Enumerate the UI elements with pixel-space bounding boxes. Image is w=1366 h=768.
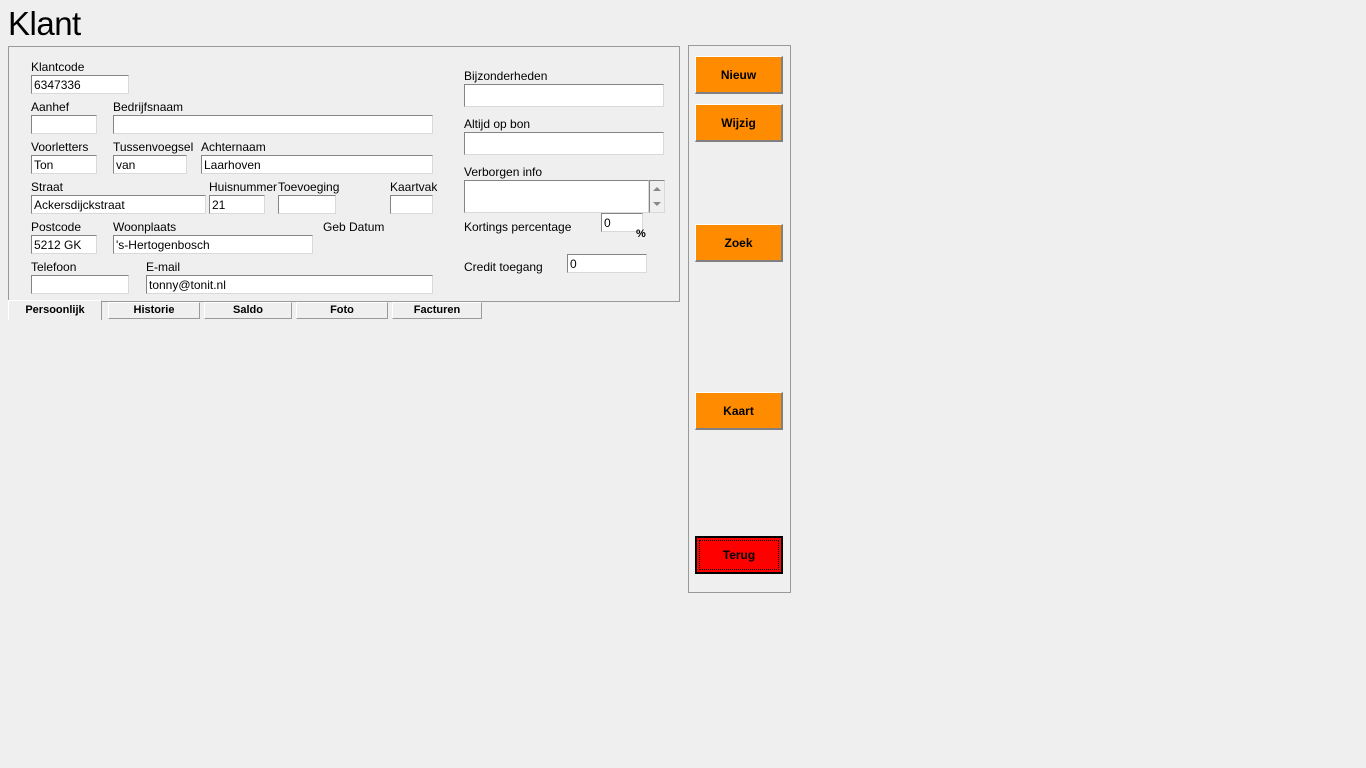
bedrijfsnaam-input[interactable]: [113, 115, 433, 134]
label-bedrijfsnaam: Bedrijfsnaam: [113, 100, 184, 114]
kaart-button[interactable]: Kaart: [695, 392, 783, 430]
telefoon-input[interactable]: [31, 275, 129, 294]
label-kaartvak: Kaartvak: [390, 180, 438, 194]
huisnummer-input[interactable]: [209, 195, 265, 214]
label-postcode: Postcode: [31, 220, 82, 234]
label-aanhef: Aanhef: [31, 100, 70, 114]
postcode-input[interactable]: [31, 235, 97, 254]
label-woonplaats: Woonplaats: [113, 220, 177, 234]
customer-form-panel: Klantcode Aanhef Bedrijfsnaam Voorletter…: [8, 46, 680, 302]
achternaam-input[interactable]: [201, 155, 433, 174]
verborgen-info-textarea[interactable]: [464, 180, 649, 213]
label-straat: Straat: [31, 180, 64, 194]
label-verborgen-info: Verborgen info: [464, 165, 543, 179]
action-button-panel: Nieuw Wijzig Zoek Kaart Terug: [688, 45, 791, 593]
toevoeging-input[interactable]: [278, 195, 336, 214]
label-kortings-percentage: Kortings percentage: [464, 220, 572, 234]
terug-button[interactable]: Terug: [695, 536, 783, 574]
label-email: E-mail: [146, 260, 181, 274]
email-input[interactable]: [146, 275, 433, 294]
label-tussenvoegsel: Tussenvoegsel: [113, 140, 194, 154]
label-huisnummer: Huisnummer: [209, 180, 278, 194]
label-toevoeging: Toevoeging: [278, 180, 340, 194]
credit-toegang-input[interactable]: [567, 254, 647, 273]
label-telefoon: Telefoon: [31, 260, 77, 274]
tab-facturen[interactable]: Facturen: [392, 302, 482, 319]
tab-foto[interactable]: Foto: [296, 302, 388, 319]
bijzonderheden-input[interactable]: [464, 84, 664, 107]
altijd-op-bon-input[interactable]: [464, 132, 664, 155]
application-window: Klant Klantcode Aanhef Bedrijfsnaam Voor…: [0, 0, 1366, 768]
tab-historie[interactable]: Historie: [108, 302, 200, 319]
label-bijzonderheden: Bijzonderheden: [464, 69, 548, 83]
kaartvak-input[interactable]: [390, 195, 433, 214]
label-geb-datum: Geb Datum: [323, 220, 385, 234]
page-title: Klant: [8, 5, 81, 42]
label-credit-toegang: Credit toegang: [464, 260, 543, 274]
percent-symbol: %: [636, 228, 646, 240]
spinner-down-icon[interactable]: [650, 196, 664, 212]
woonplaats-input[interactable]: [113, 235, 313, 254]
tabstrip: Persoonlijk Historie Saldo Foto Facturen: [8, 300, 680, 320]
voorletters-input[interactable]: [31, 155, 97, 174]
verborgen-info-spinner[interactable]: [649, 180, 665, 213]
wijzig-button[interactable]: Wijzig: [695, 104, 783, 142]
nieuw-button[interactable]: Nieuw: [695, 56, 783, 94]
tussenvoegsel-input[interactable]: [113, 155, 187, 174]
label-klantcode: Klantcode: [31, 60, 85, 74]
label-altijd-op-bon: Altijd op bon: [464, 117, 531, 131]
klantcode-input[interactable]: [31, 75, 129, 94]
zoek-button[interactable]: Zoek: [695, 224, 783, 262]
aanhef-input[interactable]: [31, 115, 97, 134]
label-voorletters: Voorletters: [31, 140, 89, 154]
tab-saldo[interactable]: Saldo: [204, 302, 292, 319]
straat-input[interactable]: [31, 195, 206, 214]
tab-persoonlijk[interactable]: Persoonlijk: [8, 300, 102, 320]
label-achternaam: Achternaam: [201, 140, 266, 154]
spinner-up-icon[interactable]: [650, 181, 664, 197]
terug-button-label: Terug: [699, 540, 779, 570]
